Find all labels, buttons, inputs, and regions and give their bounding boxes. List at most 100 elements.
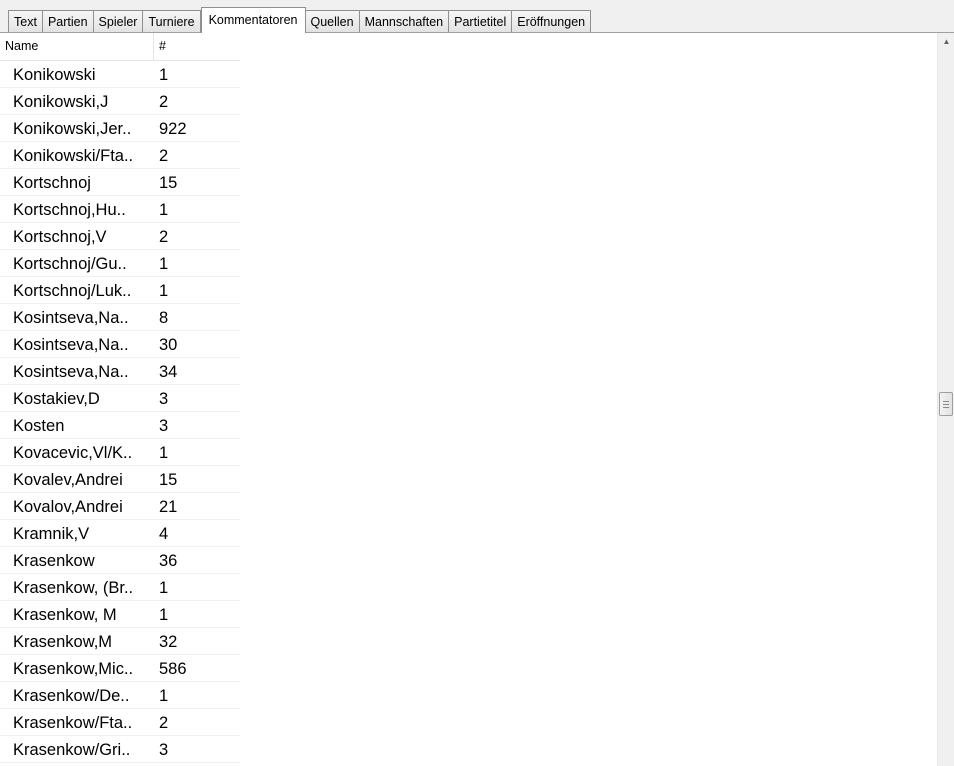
table-row[interactable]: Kortschnoj 15 — [0, 169, 240, 196]
commentator-name: Krasenkow/De.. — [0, 682, 154, 709]
tab-spieler[interactable]: Spieler — [93, 10, 144, 32]
commentator-name: Kostakiev,D — [0, 385, 154, 412]
table-row[interactable]: Kosintseva,Na.. 8 — [0, 304, 240, 331]
list-header: Name # — [0, 33, 240, 61]
tab-list: Text Partien Spieler Turniere Kommentatoren Q… — [8, 7, 592, 33]
game-count: 36 — [154, 547, 240, 574]
table-row[interactable]: Kostakiev,D 3 — [0, 385, 240, 412]
game-count: 15 — [154, 466, 240, 493]
commentator-name: Kortschnoj,V — [0, 223, 154, 250]
column-header-count[interactable]: # — [154, 33, 240, 60]
content-area: Name # Konikowski 1 Konikowski,J 2 Konikowsk… — [0, 33, 954, 766]
column-header-name[interactable]: Name — [0, 33, 154, 60]
game-count: 1 — [154, 601, 240, 628]
commentator-name: Kramnik,V — [0, 520, 154, 547]
game-count: 8 — [154, 304, 240, 331]
table-row[interactable]: Kortschnoj/Gu.. 1 — [0, 250, 240, 277]
table-row[interactable]: Kovalov,Andrei 21 — [0, 493, 240, 520]
grip-lines-icon — [943, 404, 949, 405]
commentator-name: Konikowski,J — [0, 88, 154, 115]
tab-partien[interactable]: Partien — [42, 10, 94, 32]
game-count: 1 — [154, 682, 240, 709]
tab-er-ffnungen[interactable]: Eröffnungen — [512, 10, 592, 32]
game-count: 34 — [154, 358, 240, 385]
table-row[interactable]: Krasenkow,Mic.. 586 — [0, 655, 240, 682]
table-row[interactable]: Kosten 3 — [0, 412, 240, 439]
commentator-name: Krasenkow,Mic.. — [0, 655, 154, 682]
commentator-name: Konikowski/Fta.. — [0, 142, 154, 169]
tab-mannschaften[interactable]: Mannschaften — [359, 10, 450, 32]
game-count: 15 — [154, 169, 240, 196]
table-row[interactable]: Kramnik,V 4 — [0, 520, 240, 547]
table-row[interactable]: Krasenkow/De.. 1 — [0, 682, 240, 709]
commentator-list[interactable]: Name # Konikowski 1 Konikowski,J 2 Konikowsk… — [0, 33, 240, 766]
grip-lines-icon — [943, 401, 949, 402]
table-row[interactable]: Kortschnoj,Hu.. 1 — [0, 196, 240, 223]
commentator-name: Kovalov,Andrei — [0, 493, 154, 520]
game-count: 2 — [154, 142, 240, 169]
table-row[interactable]: Kovacevic,Vl/K.. 1 — [0, 439, 240, 466]
table-row[interactable]: Kosintseva,Na.. 30 — [0, 331, 240, 358]
table-row[interactable]: Konikowski/Fta.. 2 — [0, 142, 240, 169]
game-count: 3 — [154, 385, 240, 412]
commentator-name: Kovalev,Andrei — [0, 466, 154, 493]
table-row[interactable]: Krasenkow/Fta.. 2 — [0, 709, 240, 736]
game-count: 2 — [154, 88, 240, 115]
tab-bar: Text Partien Spieler Turniere Kommentatoren Q… — [0, 0, 954, 33]
commentator-name: Krasenkow/Gri.. — [0, 736, 154, 763]
table-row[interactable]: Krasenkow/Gri.. 3 — [0, 736, 240, 763]
table-row[interactable]: Kovalev,Andrei 15 — [0, 466, 240, 493]
game-count: 2 — [154, 223, 240, 250]
scrollbar-thumb[interactable] — [939, 392, 953, 416]
list-rows: Konikowski 1 Konikowski,J 2 Konikowski,Jer..… — [0, 61, 240, 763]
game-count: 3 — [154, 736, 240, 763]
commentator-name: Kortschnoj/Gu.. — [0, 250, 154, 277]
game-count: 1 — [154, 574, 240, 601]
game-count: 586 — [154, 655, 240, 682]
commentator-name: Konikowski — [0, 61, 154, 88]
commentator-name: Kovacevic,Vl/K.. — [0, 439, 154, 466]
tab-bar-top-strip — [0, 0, 954, 5]
game-count: 922 — [154, 115, 240, 142]
commentator-name: Kosten — [0, 412, 154, 439]
game-count: 3 — [154, 412, 240, 439]
table-row[interactable]: Kosintseva,Na.. 34 — [0, 358, 240, 385]
table-row[interactable]: Kortschnoj/Luk.. 1 — [0, 277, 240, 304]
table-row[interactable]: Kortschnoj,V 2 — [0, 223, 240, 250]
game-count: 1 — [154, 277, 240, 304]
triangle-up-icon[interactable]: ▲ — [938, 33, 954, 50]
tab-kommentatoren[interactable]: Kommentatoren — [200, 7, 306, 33]
table-row[interactable]: Konikowski,Jer.. 922 — [0, 115, 240, 142]
game-count: 1 — [154, 439, 240, 466]
game-count: 1 — [154, 250, 240, 277]
game-count: 21 — [154, 493, 240, 520]
table-row[interactable]: Konikowski 1 — [0, 61, 240, 88]
game-count: 4 — [154, 520, 240, 547]
table-row[interactable]: Krasenkow, M1 — [0, 601, 240, 628]
game-count: 30 — [154, 331, 240, 358]
commentator-name: Kortschnoj,Hu.. — [0, 196, 154, 223]
commentator-name: Kortschnoj/Luk.. — [0, 277, 154, 304]
table-row[interactable]: Krasenkow,M 32 — [0, 628, 240, 655]
game-count: 1 — [154, 61, 240, 88]
table-row[interactable]: Krasenkow 36 — [0, 547, 240, 574]
commentator-name: Kosintseva,Na.. — [0, 331, 154, 358]
tab-partietitel[interactable]: Partietitel — [449, 10, 513, 32]
app-window: Text Partien Spieler Turniere Kommentatoren Q… — [0, 0, 954, 766]
commentator-name: Konikowski,Jer.. — [0, 115, 154, 142]
table-row[interactable]: Krasenkow, (Br.. 1 — [0, 574, 240, 601]
tab-turniere[interactable]: Turniere — [143, 10, 201, 32]
tab-text[interactable]: Text — [8, 10, 43, 32]
game-count: 2 — [154, 709, 240, 736]
commentator-name: Kortschnoj — [0, 169, 154, 196]
commentator-name: Krasenkow, (Br.. — [0, 574, 154, 601]
commentator-name: Krasenkow, M — [0, 601, 154, 628]
vertical-scrollbar[interactable]: ▲ — [937, 33, 954, 766]
commentator-name: Kosintseva,Na.. — [0, 358, 154, 385]
game-count: 1 — [154, 196, 240, 223]
commentator-name: Krasenkow,M — [0, 628, 154, 655]
commentator-name: Kosintseva,Na.. — [0, 304, 154, 331]
game-count: 32 — [154, 628, 240, 655]
table-row[interactable]: Konikowski,J 2 — [0, 88, 240, 115]
tab-quellen[interactable]: Quellen — [305, 10, 360, 32]
